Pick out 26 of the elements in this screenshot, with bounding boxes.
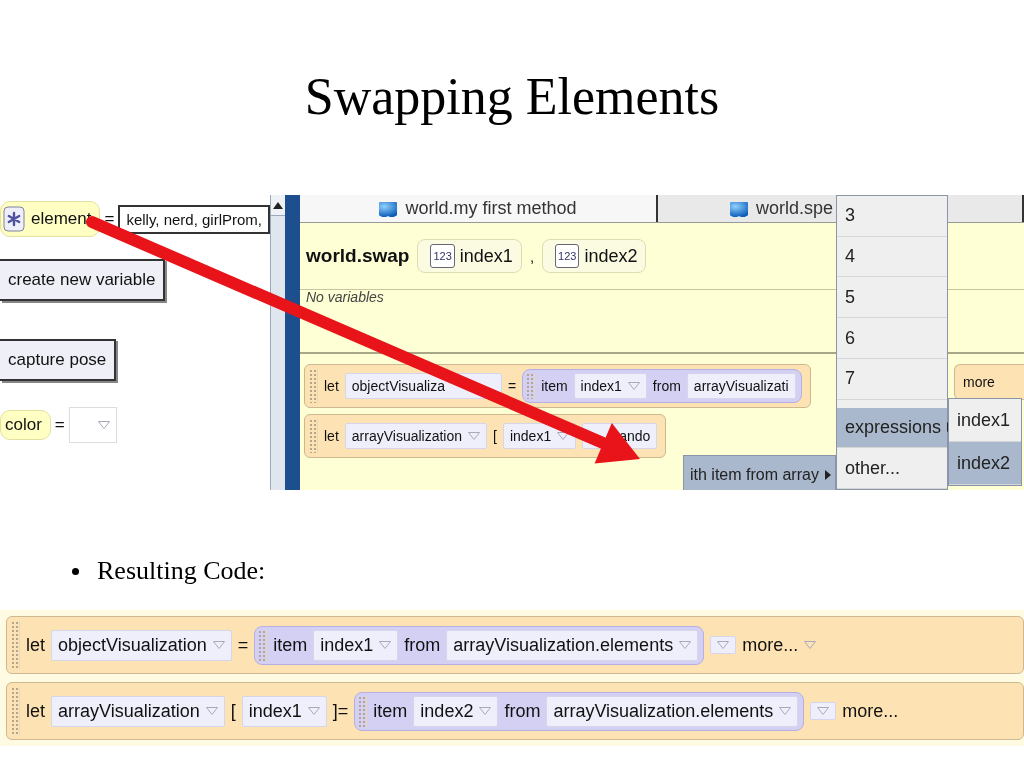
code-keyword: let: [26, 700, 45, 722]
code-keyword: from: [652, 378, 681, 394]
number-type-label: 123: [555, 244, 580, 268]
parameter-name: index2: [584, 245, 638, 267]
number-type-label: 123: [430, 244, 455, 268]
code-keyword: item: [373, 700, 408, 722]
equals-sign: =: [54, 415, 65, 435]
code-keyword: item: [273, 634, 308, 656]
code-keyword: item: [541, 378, 568, 394]
code-keyword: from: [504, 700, 541, 722]
code-keyword: let: [324, 428, 339, 444]
variables-note: No variables: [306, 290, 384, 305]
code-keyword: ]=: [332, 700, 349, 722]
code-keyword: let: [324, 378, 339, 394]
code-keyword: [: [230, 700, 236, 722]
code-keyword: from: [404, 634, 441, 656]
code-keyword: let: [26, 634, 45, 656]
parameter-name: index1: [459, 245, 513, 267]
code-keyword: =: [237, 634, 249, 656]
method-name: world.swap: [306, 245, 410, 267]
slide-title: Swapping Elements: [304, 68, 720, 126]
bullet-text: Resulting Code:: [97, 556, 266, 586]
separator: ,: [529, 247, 535, 265]
equals-sign: =: [104, 209, 115, 229]
code-keyword: =: [507, 378, 517, 394]
code-keyword: [: [493, 428, 497, 444]
